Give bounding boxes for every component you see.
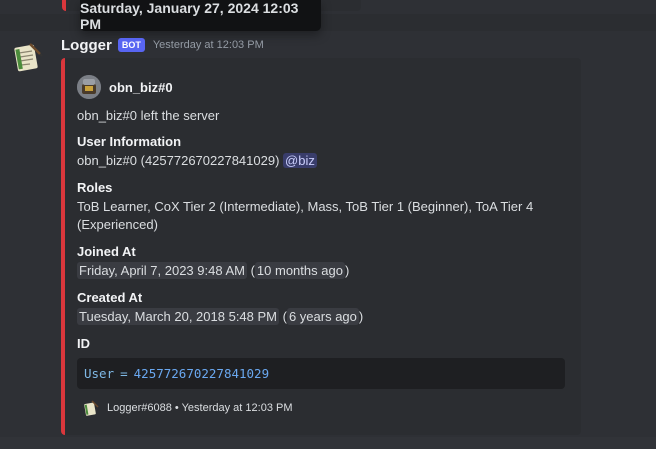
joined-relative-chip[interactable]: 10 months ago <box>254 262 345 279</box>
embed-author: obn_biz#0 <box>77 75 173 99</box>
author-username[interactable]: Logger <box>61 37 112 54</box>
code-value: 425772670227841029 <box>133 366 270 381</box>
field-created-value: Tuesday, March 20, 2018 5:48 PM (6 years… <box>77 308 364 325</box>
id-code-block[interactable]: User = 425772670227841029 <box>77 358 565 389</box>
user-avatar-icon <box>77 75 101 99</box>
field-created-name: Created At <box>77 290 143 305</box>
embed-card: obn_biz#0 obn_biz#0 left the server User… <box>61 58 581 435</box>
footer-notepad-icon <box>84 400 99 416</box>
field-id-name: ID <box>77 336 90 351</box>
field-user-info-value: obn_biz#0 (425772670227841029) @biz <box>77 152 317 170</box>
bot-badge: BOT <box>117 38 145 52</box>
field-user-info-name: User Information <box>77 134 182 149</box>
next-message-area <box>0 437 656 449</box>
tooltip-text: Saturday, January 27, 2024 12:03 PM <box>80 0 299 32</box>
created-date-chip[interactable]: Tuesday, March 20, 2018 5:48 PM <box>77 308 279 325</box>
footer-text: Logger#6088 • Yesterday at 12:03 PM <box>107 402 293 414</box>
code-key: User <box>84 366 115 381</box>
timestamp-tooltip: Saturday, January 27, 2024 12:03 PM <box>80 0 321 32</box>
message-header: Logger BOT Yesterday at 12:03 PM <box>61 36 264 54</box>
field-joined-name: Joined At <box>77 244 136 259</box>
field-joined-value: Friday, April 7, 2023 9:48 AM (10 months… <box>77 262 350 279</box>
user-info-text: obn_biz#0 (425772670227841029) <box>77 153 280 168</box>
code-operator: = <box>120 366 128 381</box>
user-mention[interactable]: @biz <box>283 153 317 168</box>
embed-author-name: obn_biz#0 <box>109 79 173 95</box>
joined-date-chip[interactable]: Friday, April 7, 2023 9:48 AM <box>77 262 247 279</box>
roles-line-1: ToB Learner, CoX Tier 2 (Intermediate), … <box>77 199 534 214</box>
logger-avatar-notepad-icon[interactable] <box>10 40 44 74</box>
embed-description: obn_biz#0 left the server <box>77 108 220 123</box>
embed-author-avatar <box>77 75 101 99</box>
embed-footer: Logger#6088 • Yesterday at 12:03 PM <box>83 400 293 416</box>
field-roles-value: ToB Learner, CoX Tier 2 (Intermediate), … <box>77 198 533 234</box>
created-relative-chip[interactable]: 6 years ago <box>286 308 359 325</box>
message-timestamp[interactable]: Yesterday at 12:03 PM <box>153 39 264 51</box>
roles-line-2: (Experienced) <box>77 217 158 232</box>
field-roles-name: Roles <box>77 180 113 195</box>
